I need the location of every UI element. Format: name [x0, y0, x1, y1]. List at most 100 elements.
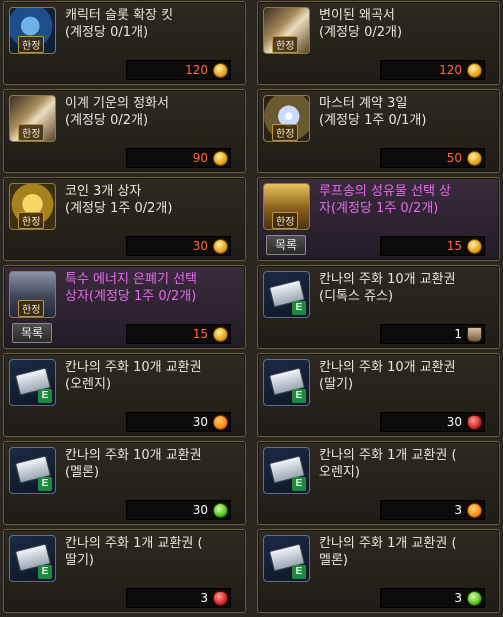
gold-coin-icon [213, 327, 228, 342]
price-box: 30 [126, 412, 231, 432]
item-title: 칸나의 주화 10개 교환권 (멜론) [65, 448, 202, 480]
shop-item-card[interactable]: E 칸나의 주화 10개 교환권 (오렌지) 30 [3, 353, 246, 437]
price-value: 15 [192, 327, 208, 341]
coin-box-icon: 한정 [9, 183, 56, 230]
limited-tag: 한정 [18, 300, 45, 317]
exchange-ticket-icon: E [263, 359, 310, 406]
exchange-ticket-icon: E [9, 359, 56, 406]
distortion-scroll-icon: 한정 [263, 7, 310, 54]
purification-scroll-icon: 한정 [9, 95, 56, 142]
master-contract-icon: 한정 [263, 95, 310, 142]
e-badge-icon: E [38, 389, 52, 403]
shop-item-card[interactable]: E 칸나의 주화 10개 교환권 (멜론) 30 [3, 441, 246, 525]
price-value: 3 [454, 591, 462, 605]
melon-icon [213, 503, 228, 518]
limited-tag: 한정 [272, 212, 299, 229]
price-value: 50 [446, 151, 462, 165]
shop-item-card[interactable]: E 칸나의 주화 10개 교환권 (디톡스 쥬스) 1 [257, 265, 500, 349]
melon-icon [467, 591, 482, 606]
juice-cup-icon [467, 327, 482, 342]
item-title: 이계 기운의 정화서 (계정당 0/2개) [65, 96, 169, 128]
e-badge-icon: E [38, 565, 52, 579]
character-slot-icon: 한정 [9, 7, 56, 54]
price-box: 120 [126, 60, 231, 80]
item-title: 특수 에너지 은폐기 선택 상자(계정당 1주 0/2개) [65, 272, 197, 304]
e-badge-icon: E [38, 477, 52, 491]
item-title: 칸나의 주화 1개 교환권 ( 딸기) [65, 536, 203, 568]
price-box: 90 [126, 148, 231, 168]
orange-icon [467, 503, 482, 518]
exchange-ticket-icon: E [9, 535, 56, 582]
price-box: 30 [126, 236, 231, 256]
shop-item-card[interactable]: 한정 마스터 계약 3일 (계정당 1주 0/1개) 50 [257, 89, 500, 173]
shop-item-card[interactable]: 한정 변이된 왜곡서 (계정당 0/2개) 120 [257, 1, 500, 85]
strawberry-icon [213, 591, 228, 606]
exchange-ticket-icon: E [263, 271, 310, 318]
item-title: 변이된 왜곡서 (계정당 0/2개) [319, 8, 403, 40]
gold-coin-icon [467, 151, 482, 166]
limited-tag: 한정 [18, 124, 45, 141]
shop-item-card[interactable]: 한정 캐릭터 슬롯 확장 킷 (계정당 0/1개) 120 [3, 1, 246, 85]
item-title: 루프송의 성유물 선택 상 자(계정당 1주 0/2개) [319, 184, 451, 216]
shop-item-card[interactable]: E 칸나의 주화 1개 교환권 ( 딸기) 3 [3, 529, 246, 613]
price-value: 30 [446, 415, 462, 429]
exchange-ticket-icon: E [263, 535, 310, 582]
item-title: 칸나의 주화 10개 교환권 (디톡스 쥬스) [319, 272, 456, 304]
orange-icon [213, 415, 228, 430]
shop-item-card[interactable]: E 칸나의 주화 10개 교환권 (딸기) 30 [257, 353, 500, 437]
price-box: 30 [126, 500, 231, 520]
shop-item-card[interactable]: 한정 목록 특수 에너지 은폐기 선택 상자(계정당 1주 0/2개) 15 [3, 265, 246, 349]
price-value: 120 [185, 63, 208, 77]
price-value: 30 [192, 503, 208, 517]
shop-item-card[interactable]: E 칸나의 주화 1개 교환권 ( 오렌지) 3 [257, 441, 500, 525]
gold-coin-icon [467, 239, 482, 254]
exchange-ticket-icon: E [9, 447, 56, 494]
e-badge-icon: E [292, 301, 306, 315]
price-box: 1 [380, 324, 485, 344]
shop-item-card[interactable]: E 칸나의 주화 1개 교환권 ( 멜론) 3 [257, 529, 500, 613]
strawberry-icon [467, 415, 482, 430]
item-title: 코인 3개 상자 (계정당 1주 0/2개) [65, 184, 173, 216]
relic-box-icon: 한정 [263, 183, 310, 230]
price-box: 3 [380, 500, 485, 520]
list-button[interactable]: 목록 [266, 235, 306, 255]
limited-tag: 한정 [18, 212, 45, 229]
price-value: 1 [454, 327, 462, 341]
price-box: 15 [380, 236, 485, 256]
shop-item-card[interactable]: 한정 코인 3개 상자 (계정당 1주 0/2개) 30 [3, 177, 246, 261]
gold-coin-icon [213, 239, 228, 254]
gold-coin-icon [467, 63, 482, 78]
price-box: 120 [380, 60, 485, 80]
e-badge-icon: E [292, 389, 306, 403]
price-box: 15 [126, 324, 231, 344]
price-box: 30 [380, 412, 485, 432]
limited-tag: 한정 [272, 36, 299, 53]
energy-box-icon: 한정 [9, 271, 56, 318]
price-box: 50 [380, 148, 485, 168]
item-title: 칸나의 주화 10개 교환권 (딸기) [319, 360, 456, 392]
limited-tag: 한정 [272, 124, 299, 141]
shop-item-grid: 한정 캐릭터 슬롯 확장 킷 (계정당 0/1개) 120 한정 변이된 왜곡서… [0, 0, 503, 617]
price-value: 120 [439, 63, 462, 77]
e-badge-icon: E [292, 565, 306, 579]
item-title: 캐릭터 슬롯 확장 킷 (계정당 0/1개) [65, 8, 174, 40]
price-box: 3 [380, 588, 485, 608]
item-title: 칸나의 주화 1개 교환권 ( 오렌지) [319, 448, 457, 480]
limited-tag: 한정 [18, 36, 45, 53]
shop-item-card[interactable]: 한정 목록 루프송의 성유물 선택 상 자(계정당 1주 0/2개) 15 [257, 177, 500, 261]
list-button[interactable]: 목록 [12, 323, 52, 343]
e-badge-icon: E [292, 477, 306, 491]
price-value: 90 [192, 151, 208, 165]
gold-coin-icon [213, 63, 228, 78]
price-value: 15 [446, 239, 462, 253]
item-title: 칸나의 주화 10개 교환권 (오렌지) [65, 360, 202, 392]
item-title: 마스터 계약 3일 (계정당 1주 0/1개) [319, 96, 427, 128]
item-title: 칸나의 주화 1개 교환권 ( 멜론) [319, 536, 457, 568]
price-value: 30 [192, 415, 208, 429]
price-box: 3 [126, 588, 231, 608]
price-value: 3 [200, 591, 208, 605]
exchange-ticket-icon: E [263, 447, 310, 494]
gold-coin-icon [213, 151, 228, 166]
shop-item-card[interactable]: 한정 이계 기운의 정화서 (계정당 0/2개) 90 [3, 89, 246, 173]
price-value: 3 [454, 503, 462, 517]
